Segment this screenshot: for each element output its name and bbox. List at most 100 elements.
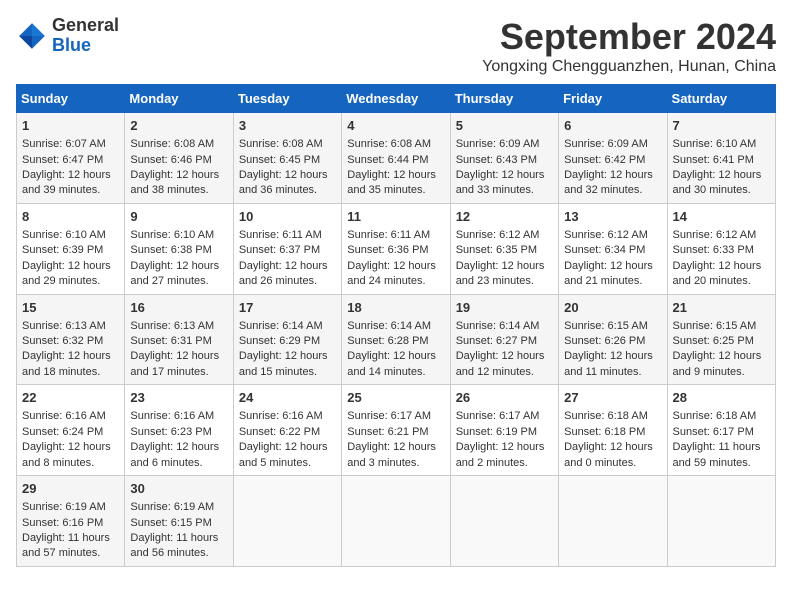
day-info-line: Daylight: 12 hours: [22, 259, 119, 274]
day-info-line: Daylight: 12 hours: [456, 440, 553, 455]
day-info-line: Daylight: 12 hours: [347, 259, 444, 274]
day-number: 10: [239, 208, 336, 226]
day-info-line: Daylight: 12 hours: [673, 259, 770, 274]
weekday-header-tuesday: Tuesday: [233, 85, 341, 113]
day-info-line: Daylight: 11 hours: [22, 531, 119, 546]
day-info-line: Sunset: 6:35 PM: [456, 243, 553, 258]
day-number: 14: [673, 208, 770, 226]
day-info-line: Daylight: 12 hours: [130, 259, 227, 274]
day-info-line: Sunset: 6:46 PM: [130, 153, 227, 168]
day-number: 1: [22, 117, 119, 135]
day-number: 19: [456, 299, 553, 317]
day-info-line: Sunset: 6:42 PM: [564, 153, 661, 168]
day-info-line: Daylight: 12 hours: [347, 168, 444, 183]
day-info-line: Sunrise: 6:11 AM: [347, 228, 444, 243]
weekday-header-thursday: Thursday: [450, 85, 558, 113]
day-info-line: Daylight: 12 hours: [673, 349, 770, 364]
calendar-cell: 13Sunrise: 6:12 AMSunset: 6:34 PMDayligh…: [559, 203, 667, 294]
calendar-cell: [342, 476, 450, 567]
day-info-line: Sunset: 6:16 PM: [22, 516, 119, 531]
calendar-cell: 14 Sunrise: 6:12 AMSunset: 6:33 PMDayligh…: [667, 203, 775, 294]
logo-text: General Blue: [52, 16, 119, 56]
weekday-header-wednesday: Wednesday: [342, 85, 450, 113]
day-info-line: Sunrise: 6:17 AM: [347, 409, 444, 424]
day-number: 15: [22, 299, 119, 317]
calendar-cell: 1Sunrise: 6:07 AMSunset: 6:47 PMDaylight…: [17, 113, 125, 204]
header: General Blue September 2024 Yongxing Che…: [16, 16, 776, 76]
day-info-line: Sunset: 6:45 PM: [239, 153, 336, 168]
day-info-line: Sunrise: 6:18 AM: [564, 409, 661, 424]
day-info-line: and 12 minutes.: [456, 365, 553, 380]
day-info-line: Daylight: 12 hours: [564, 349, 661, 364]
day-info-line: Sunset: 6:25 PM: [673, 334, 770, 349]
calendar-cell: 28Sunrise: 6:18 AMSunset: 6:17 PMDayligh…: [667, 385, 775, 476]
day-info-line: Daylight: 12 hours: [130, 168, 227, 183]
day-info-line: Daylight: 12 hours: [130, 349, 227, 364]
day-info-line: and 6 minutes.: [130, 456, 227, 471]
day-number: 11: [347, 208, 444, 226]
day-info-line: Sunrise: 6:07 AM: [22, 137, 119, 152]
day-info-line: and 23 minutes.: [456, 274, 553, 289]
day-info-line: Sunset: 6:18 PM: [564, 425, 661, 440]
day-info-line: and 39 minutes.: [22, 183, 119, 198]
day-info-line: Daylight: 12 hours: [347, 440, 444, 455]
day-info-line: Sunrise: 6:12 AM: [564, 228, 661, 243]
day-info-line: Daylight: 12 hours: [22, 440, 119, 455]
day-info-line: Sunrise: 6:18 AM: [673, 409, 770, 424]
day-info-line: and 15 minutes.: [239, 365, 336, 380]
day-number: 7: [673, 117, 770, 135]
day-info-line: Daylight: 12 hours: [564, 168, 661, 183]
month-title: September 2024: [482, 16, 776, 58]
calendar-table: SundayMondayTuesdayWednesdayThursdayFrid…: [16, 84, 776, 567]
day-info-line: Sunset: 6:19 PM: [456, 425, 553, 440]
day-info-line: Daylight: 12 hours: [673, 168, 770, 183]
day-number: 29: [22, 480, 119, 498]
day-info-line: Sunset: 6:33 PM: [673, 243, 770, 258]
calendar-cell: 8Sunrise: 6:10 AMSunset: 6:39 PMDaylight…: [17, 203, 125, 294]
day-info-line: and 5 minutes.: [239, 456, 336, 471]
calendar-cell: 16Sunrise: 6:13 AMSunset: 6:31 PMDayligh…: [125, 294, 233, 385]
calendar-cell: 4Sunrise: 6:08 AMSunset: 6:44 PMDaylight…: [342, 113, 450, 204]
day-number: 24: [239, 389, 336, 407]
day-info-line: Sunset: 6:23 PM: [130, 425, 227, 440]
day-info-line: Sunrise: 6:13 AM: [130, 319, 227, 334]
day-info-line: Daylight: 12 hours: [456, 349, 553, 364]
day-info-line: Daylight: 12 hours: [456, 168, 553, 183]
day-info-line: and 26 minutes.: [239, 274, 336, 289]
day-info-line: Daylight: 11 hours: [673, 440, 770, 455]
day-info-line: Sunrise: 6:17 AM: [456, 409, 553, 424]
day-info-line: Sunrise: 6:12 AM: [673, 228, 770, 243]
day-info-line: Daylight: 12 hours: [22, 168, 119, 183]
day-number: 4: [347, 117, 444, 135]
day-info-line: Sunset: 6:27 PM: [456, 334, 553, 349]
day-number: 18: [347, 299, 444, 317]
day-info-line: Sunrise: 6:19 AM: [22, 500, 119, 515]
day-number: 8: [22, 208, 119, 226]
calendar-cell: 21Sunrise: 6:15 AMSunset: 6:25 PMDayligh…: [667, 294, 775, 385]
logo-general: General: [52, 15, 119, 35]
day-number: 23: [130, 389, 227, 407]
day-info-line: Daylight: 11 hours: [130, 531, 227, 546]
day-number: 13: [564, 208, 661, 226]
day-info-line: Sunset: 6:43 PM: [456, 153, 553, 168]
day-info-line: and 9 minutes.: [673, 365, 770, 380]
weekday-header-sunday: Sunday: [17, 85, 125, 113]
day-info-line: Sunset: 6:38 PM: [130, 243, 227, 258]
day-info-line: and 38 minutes.: [130, 183, 227, 198]
day-info-line: Sunrise: 6:15 AM: [564, 319, 661, 334]
day-number: 25: [347, 389, 444, 407]
day-info-line: Sunset: 6:44 PM: [347, 153, 444, 168]
day-info-line: and 17 minutes.: [130, 365, 227, 380]
day-number: 3: [239, 117, 336, 135]
logo-icon: [16, 20, 48, 52]
day-number: 20: [564, 299, 661, 317]
day-info-line: Daylight: 12 hours: [22, 349, 119, 364]
calendar-cell: 5Sunrise: 6:09 AMSunset: 6:43 PMDaylight…: [450, 113, 558, 204]
day-number: 16: [130, 299, 227, 317]
day-info-line: and 30 minutes.: [673, 183, 770, 198]
day-info-line: Sunset: 6:26 PM: [564, 334, 661, 349]
day-info-line: Daylight: 12 hours: [239, 440, 336, 455]
calendar-cell: 26Sunrise: 6:17 AMSunset: 6:19 PMDayligh…: [450, 385, 558, 476]
day-info-line: Daylight: 12 hours: [456, 259, 553, 274]
day-info-line: Sunrise: 6:13 AM: [22, 319, 119, 334]
